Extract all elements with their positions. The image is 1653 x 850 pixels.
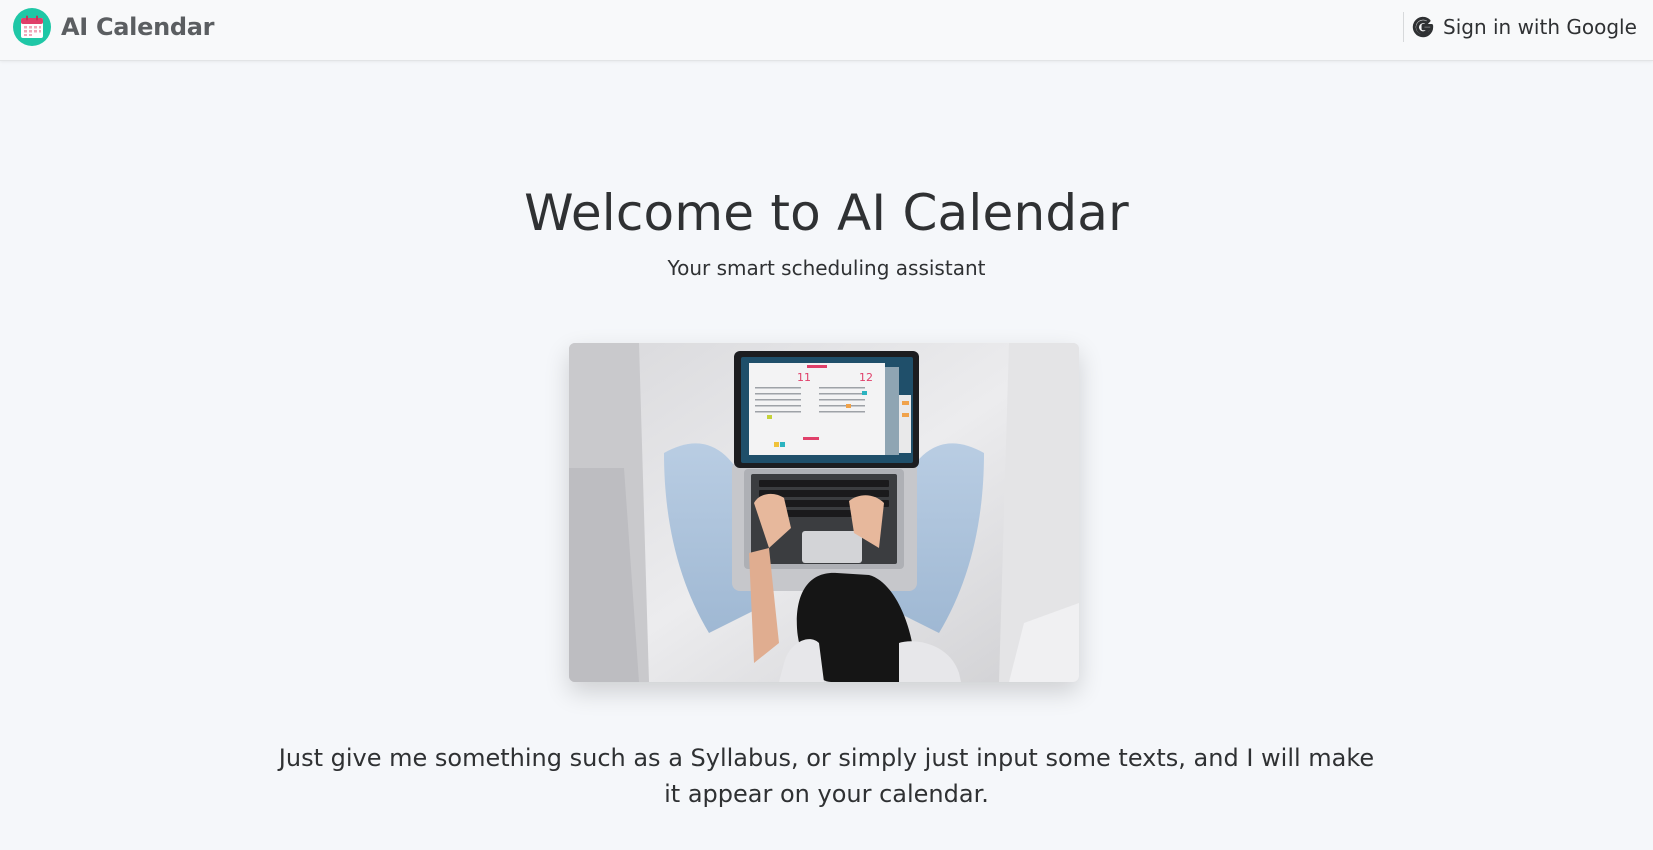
google-g-icon xyxy=(1412,16,1434,38)
hero-image: 11 12 xyxy=(569,343,1079,682)
top-navbar: AI Calendar Sign in with Google xyxy=(0,0,1653,61)
page-title: Welcome to AI Calendar xyxy=(524,184,1129,242)
nav-divider xyxy=(1403,12,1404,42)
brand-link[interactable]: AI Calendar xyxy=(13,8,214,46)
laptop-photo-illustration: 11 12 xyxy=(569,343,1079,682)
app-name: AI Calendar xyxy=(61,13,215,41)
svg-text:12: 12 xyxy=(859,371,873,384)
sign-in-label: Sign in with Google xyxy=(1443,15,1637,39)
sign-in-google-button[interactable]: Sign in with Google xyxy=(1412,12,1637,42)
svg-text:11: 11 xyxy=(797,371,811,384)
page-subtitle: Your smart scheduling assistant xyxy=(667,256,986,280)
calendar-icon xyxy=(13,8,51,46)
hero-description: Just give me something such as a Syllabu… xyxy=(278,744,1375,808)
